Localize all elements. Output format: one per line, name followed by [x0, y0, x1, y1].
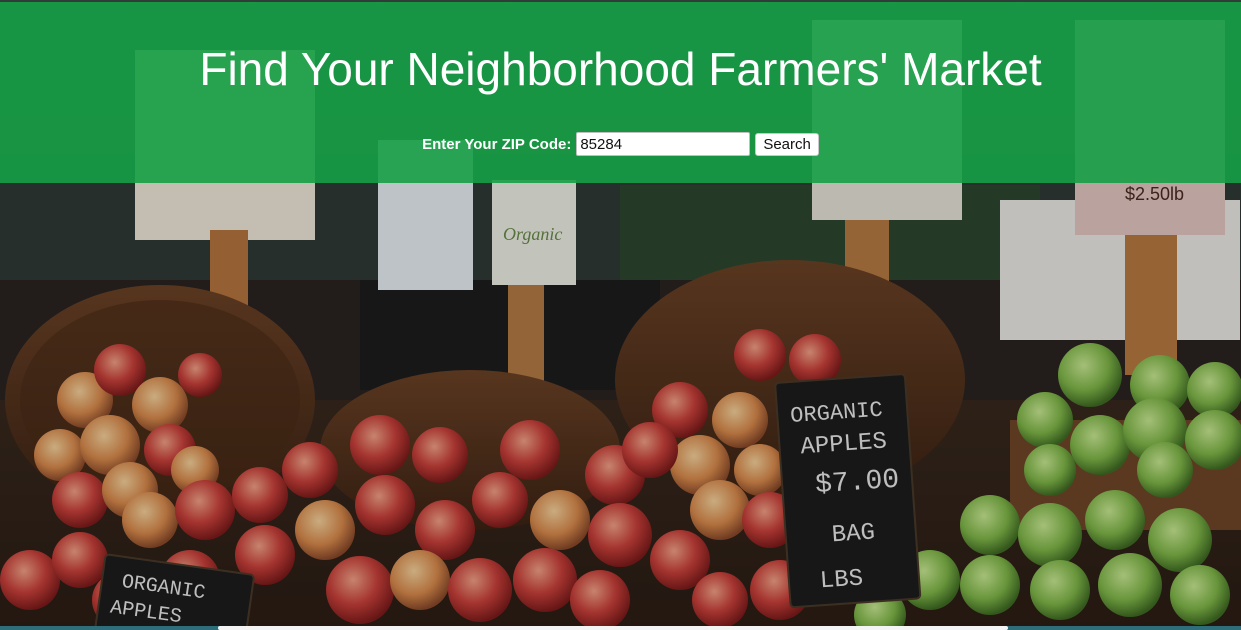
zip-search-form: Enter Your ZIP Code: Search [0, 132, 1241, 156]
horizontal-scrollbar[interactable] [218, 626, 1008, 630]
zip-input[interactable] [576, 132, 751, 156]
search-button[interactable]: Search [755, 132, 819, 156]
page-title: Find Your Neighborhood Farmers' Market [199, 43, 1042, 95]
zip-label: Enter Your ZIP Code: [422, 135, 572, 153]
search-header: Find Your Neighborhood Farmers' Market E… [0, 2, 1241, 183]
